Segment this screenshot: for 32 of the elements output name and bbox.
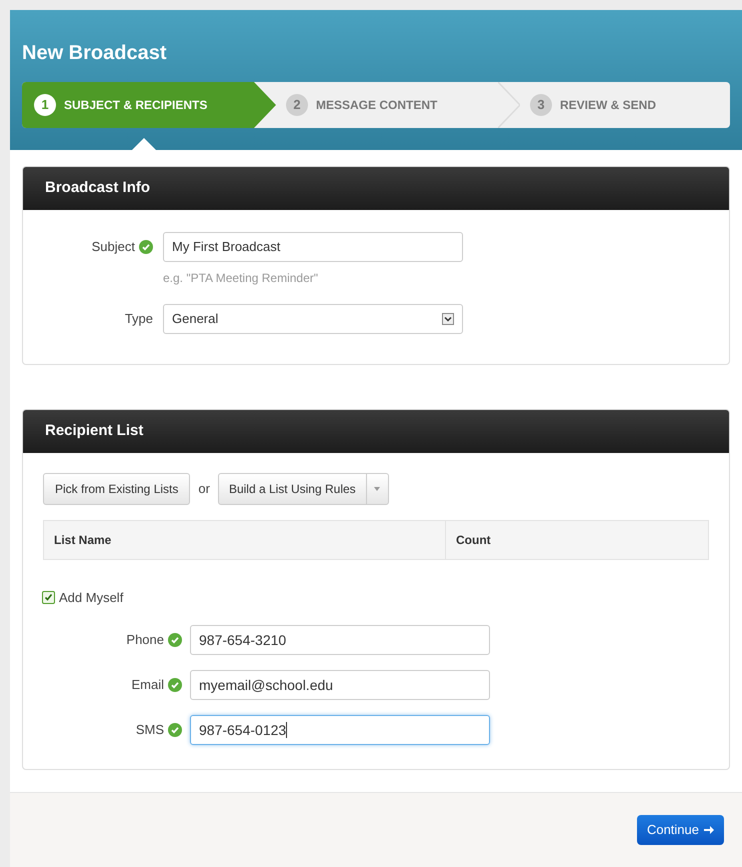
contact-field[interactable]: 987-654-3210 xyxy=(190,625,490,655)
page-title: New Broadcast xyxy=(22,41,168,66)
chevron-separator-icon xyxy=(498,82,520,128)
type-select[interactable]: General xyxy=(163,304,463,334)
wizard-step[interactable]: 1 SUBJECT & RECIPIENTS xyxy=(22,82,276,128)
step-number: 2 xyxy=(286,94,308,116)
step-number: 3 xyxy=(530,94,552,116)
arrow-right-icon xyxy=(704,826,714,834)
or-text: or xyxy=(198,480,210,498)
field-label: Subject xyxy=(92,238,135,256)
add-myself-label: Add Myself xyxy=(59,588,124,607)
add-myself-checkbox[interactable] xyxy=(42,590,55,604)
field-label: SMS xyxy=(136,721,164,740)
field-hint: e.g. "PTA Meeting Reminder" xyxy=(163,271,318,285)
field-label: Phone xyxy=(126,631,164,650)
column-header: Count xyxy=(455,532,492,548)
subject-field[interactable]: My First Broadcast xyxy=(163,232,463,262)
contact-field[interactable]: 987-654-0123 xyxy=(190,715,490,745)
field-label: Email xyxy=(131,676,164,694)
panel-title: Broadcast Info xyxy=(45,178,150,198)
caret-icon xyxy=(374,486,380,490)
contact-field[interactable]: myemail@school.edu xyxy=(190,670,490,700)
active-step-pointer-icon xyxy=(132,138,156,150)
column-header: List Name xyxy=(44,520,446,558)
build-list-button[interactable]: Build a List Using Rules xyxy=(218,472,389,504)
step-number: 1 xyxy=(34,94,56,116)
continue-button[interactable]: Continue xyxy=(636,815,724,845)
pick-lists-button[interactable]: Pick from Existing Lists xyxy=(43,472,190,504)
wizard-step[interactable]: 2 MESSAGE CONTENT xyxy=(276,82,520,128)
wizard-step[interactable]: 3 REVIEW & SEND xyxy=(520,82,730,128)
panel-title: Recipient List xyxy=(45,420,144,441)
field-label: Type xyxy=(124,310,153,328)
